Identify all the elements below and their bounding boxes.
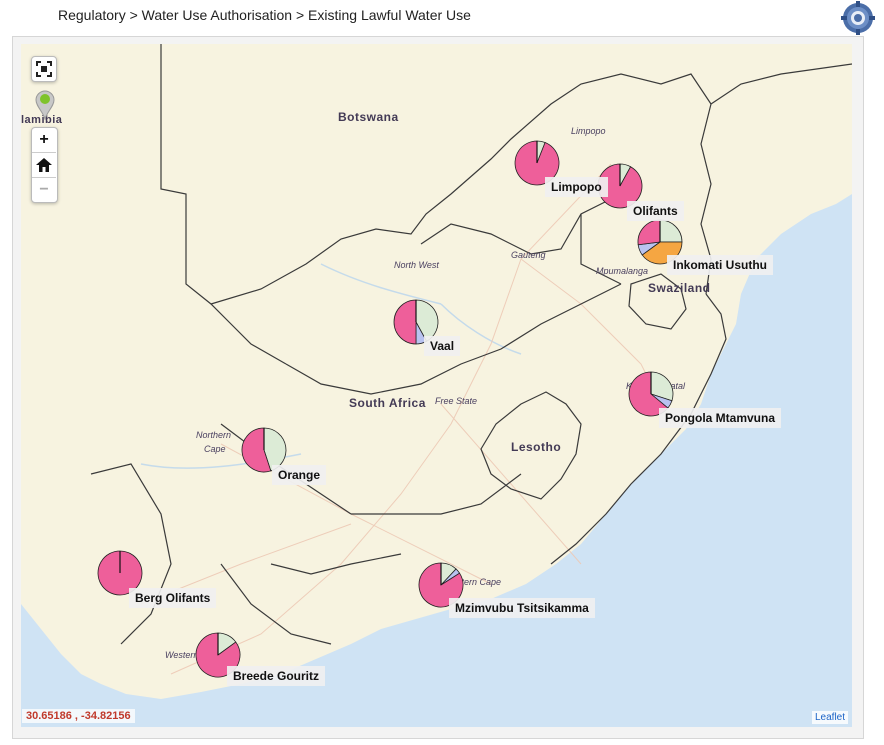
place-south-africa: South Africa (349, 396, 426, 410)
pie-slice (659, 219, 683, 243)
place-lesotho: Lesotho (511, 440, 562, 454)
wma-label-mzimvubu-tsitsikamma[interactable]: Mzimvubu Tsitsikamma (449, 598, 595, 618)
region-northern-cape-1: Northern (196, 430, 232, 440)
map-view[interactable]: Botswana lamibia South Africa Lesotho Sw… (21, 44, 852, 727)
place-botswana: Botswana (338, 110, 399, 124)
fullscreen-icon (32, 57, 56, 81)
wma-label-inkomati-usuthu[interactable]: Inkomati Usuthu (667, 255, 774, 275)
region-free-state: Free State (435, 396, 478, 406)
wma-label-limpopo[interactable]: Limpopo (545, 177, 608, 197)
breadcrumb: Regulatory > Water Use Authorisation > E… (58, 7, 471, 23)
region-north-west: North West (394, 260, 439, 270)
wma-label-berg-olifants[interactable]: Berg Olifants (129, 588, 217, 608)
wma-label-pongola-mtamvuna[interactable]: Pongola Mtamvuna (659, 408, 782, 428)
region-limpopo: Limpopo (571, 126, 606, 136)
location-marker-icon[interactable] (35, 90, 55, 125)
region-gauteng: Gauteng (511, 250, 546, 260)
region-northern-cape-2: Cape (204, 444, 226, 454)
region-mpumalanga: Mpumalanga (596, 266, 649, 276)
home-button[interactable] (32, 153, 56, 178)
settings-gear-icon[interactable] (840, 0, 876, 36)
fullscreen-button[interactable] (31, 56, 57, 82)
home-icon (36, 158, 52, 172)
pie-slice (393, 299, 417, 345)
zoom-in-button[interactable]: + (32, 128, 56, 153)
zoom-controls: + − (31, 127, 58, 203)
wma-label-vaal[interactable]: Vaal (424, 336, 461, 356)
zoom-out-button[interactable]: − (32, 178, 56, 202)
place-swaziland: Swaziland (648, 281, 711, 295)
wma-label-breede-gouritz[interactable]: Breede Gouritz (227, 666, 326, 686)
wma-label-orange[interactable]: Orange (272, 465, 327, 485)
cursor-coordinates: 30.65186 , -34.82156 (22, 709, 135, 723)
wma-label-olifants[interactable]: Olifants (627, 201, 684, 221)
map-basemap (21, 44, 852, 699)
pie-slice (637, 219, 661, 246)
attribution-link[interactable]: Leaflet (812, 711, 849, 724)
